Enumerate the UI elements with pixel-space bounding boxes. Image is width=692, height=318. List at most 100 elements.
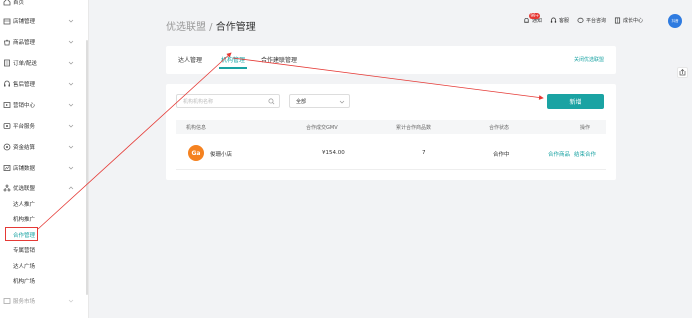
sidebar-item-store-data[interactable]: 店铺数据	[0, 161, 89, 175]
sidebar-item-platform-service[interactable]: 平台服务	[0, 119, 89, 133]
add-new-button[interactable]: 新增	[547, 94, 604, 109]
chevron-down-icon	[68, 124, 74, 128]
search-placeholder: 机构机构名称	[183, 99, 214, 105]
sidebar-item-store[interactable]: 店铺管理	[0, 14, 89, 28]
breadcrumb: 优选联盟 / 合作管理	[166, 18, 256, 33]
sidebar-item-label: 营销中心	[13, 103, 36, 109]
cell-product-count: 7	[422, 150, 426, 156]
table-header: 机构信息 合作成交GMV 累计合作商品数 合作状态 操作	[176, 120, 606, 134]
consult-label: 平台咨询	[586, 17, 607, 24]
chevron-down-icon	[68, 299, 74, 303]
sidebar-sub-creator-square[interactable]: 达人广场	[13, 262, 35, 270]
service-icon	[3, 123, 11, 129]
sidebar-sub-org-square[interactable]: 机构广场	[13, 277, 35, 285]
sidebar-item-alliance[interactable]: 优选联盟	[0, 181, 89, 195]
close-alliance-link[interactable]: 关闭优选联盟	[574, 56, 604, 63]
sidebar-item-service-market[interactable]: 服务市场	[0, 294, 89, 308]
tabs-card: 达人管理 机构管理 合作建联管理 关闭优选联盟	[166, 46, 616, 74]
consult-button[interactable]: 平台咨询	[577, 17, 606, 24]
main-card: 机构机构名称 全部 新增 机构信息 合作成交GMV 累计合作商品数 合作状态 操…	[166, 84, 616, 180]
chevron-down-icon	[68, 103, 74, 107]
sidebar-sub-exclusive[interactable]: 专属营销	[13, 246, 35, 254]
floating-tool-button[interactable]	[677, 67, 688, 78]
sidebar-item-aftersales[interactable]: 售后管理	[0, 77, 89, 91]
column-header: 机构信息	[186, 125, 207, 131]
column-header: 操作	[580, 125, 591, 131]
sidebar-item-label: 首页	[13, 0, 25, 6]
chevron-down-icon	[68, 145, 74, 149]
status-select[interactable]: 全部	[289, 94, 350, 108]
data-icon	[3, 165, 11, 171]
market-icon	[3, 298, 11, 304]
sidebar-item-home[interactable]: 首页	[0, 0, 89, 9]
notification-badge: 99+	[529, 12, 541, 19]
headset-icon	[550, 17, 557, 23]
add-new-label: 新增	[569, 99, 582, 106]
annotation-highlight-box	[5, 227, 38, 241]
notification-button[interactable]: 通知 99+	[523, 12, 542, 24]
support-button[interactable]: 客服	[550, 17, 569, 24]
sidebar-item-label: 订单/配送	[13, 61, 37, 67]
sidebar-item-label: 店铺管理	[13, 19, 36, 25]
column-header: 合作状态	[489, 125, 510, 131]
org-logo-text: Ga	[191, 149, 201, 157]
avatar[interactable]: 抖音	[668, 14, 682, 28]
tab-creator-management[interactable]: 达人管理	[178, 55, 202, 64]
chat-icon	[577, 17, 584, 23]
home-icon	[3, 0, 11, 6]
sidebar-item-label: 店铺数据	[13, 166, 36, 172]
sidebar-item-label: 服务市场	[13, 299, 36, 305]
sidebar-item-label: 资金结算	[13, 145, 36, 151]
cooperation-products-link[interactable]: 合作商品	[548, 150, 570, 158]
search-input[interactable]: 机构机构名称	[176, 94, 280, 108]
bag-icon	[4, 39, 10, 46]
money-icon	[3, 143, 11, 151]
support-label: 客服	[559, 17, 570, 24]
top-toolbar: 通知 99+ 客服 平台咨询 成长中心	[523, 12, 651, 27]
sidebar-sub-org-promo[interactable]: 机构推广	[13, 215, 35, 223]
status-select-value: 全部	[296, 99, 307, 105]
sidebar-item-label: 商品管理	[13, 40, 36, 46]
cell-gmv: ¥154.00	[322, 150, 345, 156]
org-name: 俊珊小店	[210, 152, 233, 158]
sidebar-scrollbar[interactable]	[86, 40, 88, 295]
tab-cooperation-link[interactable]: 合作建联管理	[261, 55, 297, 64]
end-cooperation-link[interactable]: 结束合作	[574, 150, 596, 158]
chevron-down-icon	[68, 61, 74, 65]
chevron-down-icon	[68, 19, 74, 23]
cell-status: 合作中	[493, 152, 510, 158]
growth-label: 成长中心	[623, 17, 644, 24]
sidebar-sub-creator-promo[interactable]: 达人推广	[13, 200, 35, 208]
sidebar-item-label: 售后管理	[13, 82, 36, 88]
breadcrumb-parent[interactable]: 优选联盟	[166, 22, 206, 33]
sidebar-item-orders[interactable]: 订单/配送	[0, 56, 89, 70]
chevron-up-icon	[68, 186, 74, 190]
column-header: 累计合作商品数	[396, 125, 432, 131]
marketing-icon	[3, 102, 11, 108]
sidebar: 首页 店铺管理 商品管理 订单/配送 售后管理 营销中心 平台服务 资金结算 店…	[0, 0, 89, 318]
growth-center-button[interactable]: 成长中心	[614, 17, 643, 24]
page-title: 合作管理	[215, 22, 256, 33]
sidebar-item-label: 优选联盟	[13, 186, 36, 192]
search-icon[interactable]	[268, 98, 275, 105]
sidebar-item-settlement[interactable]: 资金结算	[0, 140, 89, 154]
headset-icon	[4, 80, 10, 87]
active-tab-indicator	[219, 67, 247, 69]
order-icon	[4, 59, 10, 67]
chevron-down-icon	[68, 40, 74, 44]
org-logo: Ga	[188, 145, 204, 161]
chevron-down-icon	[68, 82, 74, 86]
breadcrumb-separator: /	[206, 22, 216, 33]
table-row: Ga 俊珊小店 ¥154.00 7 合作中 合作商品 结束合作	[176, 138, 606, 170]
store-icon	[3, 18, 11, 25]
sidebar-item-label: 平台服务	[13, 124, 36, 130]
tab-org-management[interactable]: 机构管理	[221, 55, 245, 64]
avatar-text: 抖音	[671, 18, 679, 23]
chevron-down-icon	[339, 100, 345, 104]
export-icon	[679, 69, 686, 76]
chevron-down-icon	[68, 166, 74, 170]
sidebar-item-products[interactable]: 商品管理	[0, 35, 89, 49]
alliance-icon	[3, 184, 11, 192]
book-icon	[615, 17, 621, 23]
sidebar-item-marketing[interactable]: 营销中心	[0, 98, 89, 112]
